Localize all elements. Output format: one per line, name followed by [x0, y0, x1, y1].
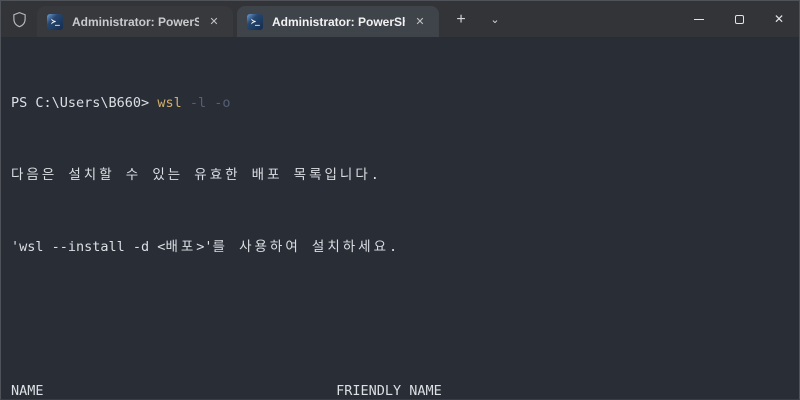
maximize-button[interactable]	[719, 1, 759, 37]
korean-message: 다음은 설치할 수 있는 유효한 배포 목록입니다.	[11, 167, 382, 183]
powershell-icon: ≻_	[47, 13, 63, 30]
output-hint-line: 'wsl --install -d <배포>'를 사용하여 설치하세요.	[11, 238, 789, 256]
new-tab-button[interactable]: +	[447, 6, 475, 33]
titlebar-drag-area[interactable]	[509, 1, 679, 37]
tab-close-icon[interactable]: ✕	[203, 11, 225, 33]
maximize-icon	[734, 14, 744, 24]
command-text: wsl	[157, 95, 182, 111]
hint-mid: >'	[196, 239, 213, 255]
table-header-row: NAME FRIENDLY NAME	[11, 382, 789, 400]
titlebar: ≻_ Administrator: PowerShell ✕ ≻_ Admini…	[1, 1, 799, 37]
column-header-friendly: FRIENDLY NAME	[336, 383, 442, 399]
terminal-content[interactable]: PS C:\Users\B660> wsl -l -o 다음은 설치할 수 있는…	[1, 37, 799, 399]
powershell-icon: ≻_	[247, 13, 263, 30]
hint-pre: 'wsl --install -d <	[11, 239, 166, 255]
hint-korean-2: 를 사용하여 설치하세요.	[212, 239, 401, 255]
prompt: PS C:\Users\B660>	[11, 95, 158, 111]
hint-korean-1: 배포	[165, 239, 197, 255]
minimize-icon	[694, 18, 704, 20]
tab-dropdown-button[interactable]: ⌄	[481, 6, 509, 33]
admin-shield-icon	[1, 1, 37, 37]
output-message-line: 다음은 설치할 수 있는 유효한 배포 목록입니다.	[11, 166, 789, 184]
tab-close-icon[interactable]: ✕	[409, 11, 431, 33]
command-args: -l -o	[181, 95, 231, 111]
tab-powershell-1[interactable]: ≻_ Administrator: PowerShell ✕	[37, 6, 233, 37]
terminal-window: ≻_ Administrator: PowerShell ✕ ≻_ Admini…	[0, 0, 800, 400]
tab-title: Administrator: PowerShell	[72, 14, 199, 29]
close-button[interactable]: ✕	[759, 1, 799, 37]
command-line: PS C:\Users\B660> wsl -l -o	[11, 94, 789, 112]
tab-title: Administrator: PowerShell	[272, 14, 405, 29]
minimize-button[interactable]	[679, 1, 719, 37]
tab-powershell-2[interactable]: ≻_ Administrator: PowerShell ✕	[237, 6, 439, 37]
column-header-name: NAME	[11, 383, 44, 399]
